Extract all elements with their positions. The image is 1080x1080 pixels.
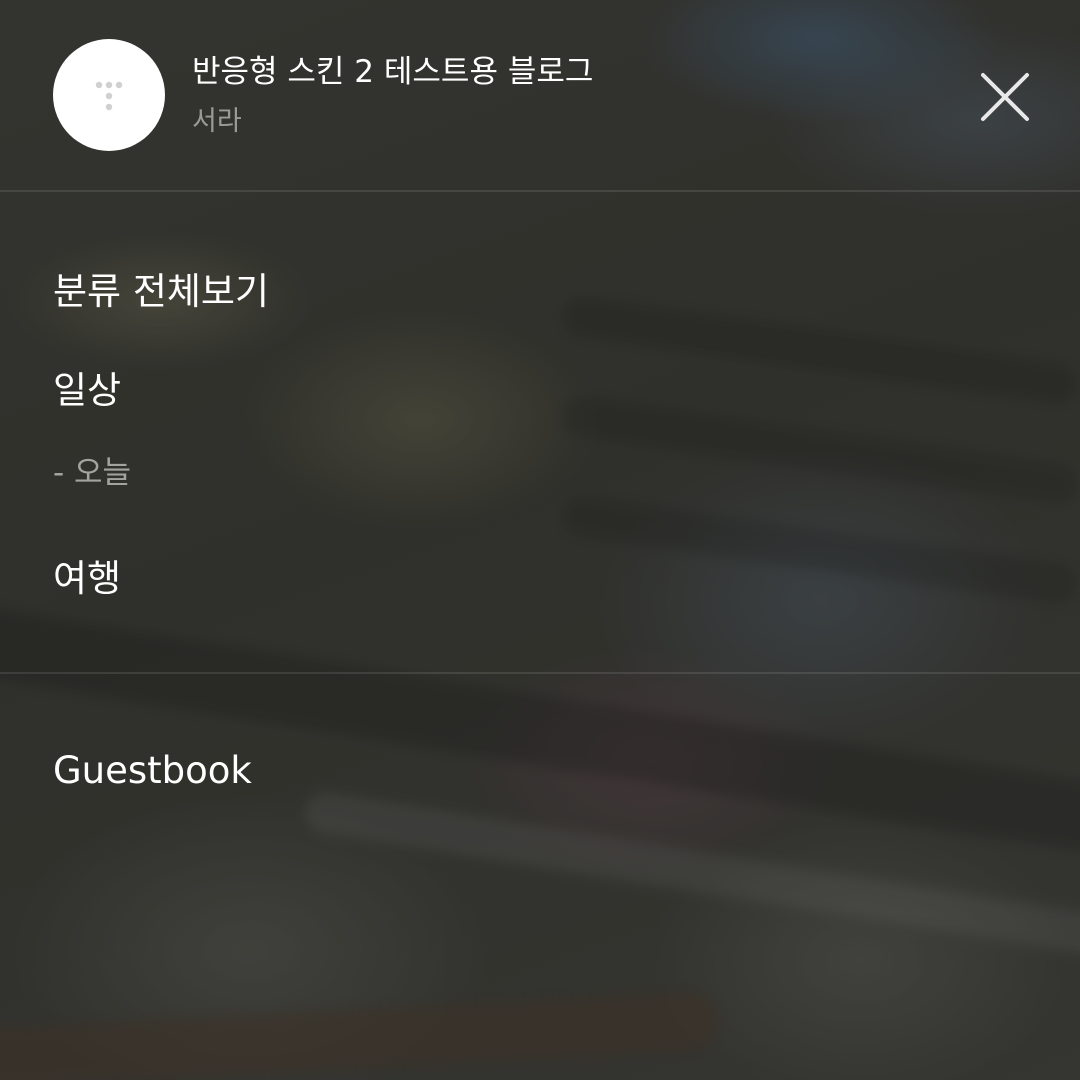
menu-item-category-travel[interactable]: 여행: [53, 555, 121, 603]
blog-title[interactable]: 반응형 스킨 2 테스트용 블로그: [192, 52, 593, 92]
menu-divider: [0, 672, 1080, 674]
close-button[interactable]: [972, 64, 1038, 130]
close-icon: [981, 73, 1029, 121]
tistory-logo-icon: [95, 81, 123, 111]
menu-item-category-daily[interactable]: 일상: [53, 367, 121, 415]
menu-item-guestbook[interactable]: Guestbook: [53, 747, 252, 795]
blog-avatar[interactable]: [53, 39, 165, 151]
menu-subitem-today[interactable]: - 오늘: [53, 453, 131, 493]
blog-author: 서라: [192, 106, 242, 137]
side-menu-panel: 반응형 스킨 2 테스트용 블로그 서라 분류 전체보기 일상 - 오늘 여행 …: [0, 0, 1080, 1080]
blog-profile-header: 반응형 스킨 2 테스트용 블로그 서라: [0, 0, 1080, 192]
menu-item-all-categories[interactable]: 분류 전체보기: [53, 268, 269, 316]
